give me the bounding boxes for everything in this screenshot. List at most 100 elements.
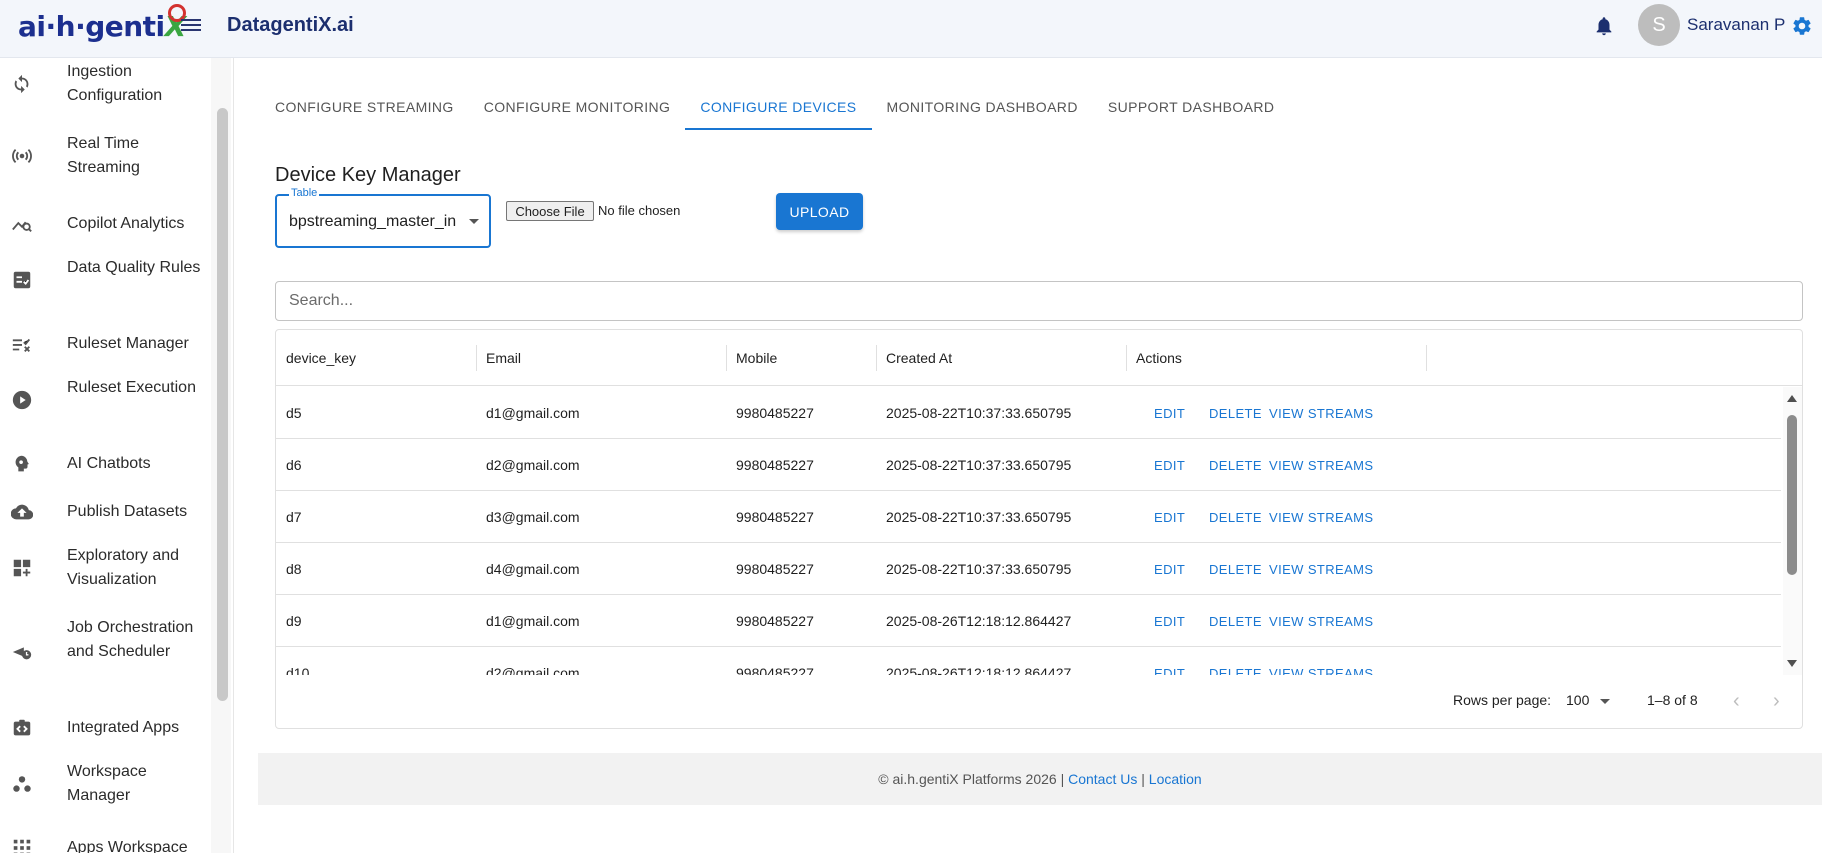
sidebar-item-publish-datasets[interactable]: Publish Datasets xyxy=(0,496,210,528)
sidebar-item-label: Copilot Analytics xyxy=(67,215,185,232)
delete-button[interactable]: DELETE xyxy=(1209,647,1262,676)
cell-created-at: 2025-08-26T12:18:12.864427 xyxy=(886,665,1072,675)
sidebar-item-label: Real Time Streaming xyxy=(67,135,140,176)
cell-device-key: d10 xyxy=(286,665,310,675)
edit-button[interactable]: EDIT xyxy=(1154,491,1185,543)
chatbot-icon xyxy=(15,455,29,472)
delete-button[interactable]: DELETE xyxy=(1209,491,1262,543)
hamburger-menu-icon[interactable] xyxy=(181,16,201,34)
column-header-email[interactable]: Email xyxy=(476,330,521,386)
edit-button[interactable]: EDIT xyxy=(1154,439,1185,491)
upload-button[interactable]: UPLOAD xyxy=(776,193,863,230)
edit-button[interactable]: EDIT xyxy=(1154,595,1185,647)
column-header-mobile[interactable]: Mobile xyxy=(726,330,777,386)
delete-button[interactable]: DELETE xyxy=(1209,439,1262,491)
cell-email: d3@gmail.com xyxy=(486,509,580,525)
view-streams-button[interactable]: VIEW STREAMS xyxy=(1269,387,1373,439)
cell-device-key: d8 xyxy=(286,561,302,577)
sidebar-item-real-time-streaming[interactable]: Real Time Streaming xyxy=(0,132,210,180)
edit-button[interactable]: EDIT xyxy=(1154,543,1185,595)
view-streams-button[interactable]: VIEW STREAMS xyxy=(1269,595,1373,647)
footer-separator: | xyxy=(1137,771,1149,787)
sidebar-item-label: Data Quality Rules xyxy=(67,259,201,276)
edit-button[interactable]: EDIT xyxy=(1154,387,1185,439)
delete-button[interactable]: DELETE xyxy=(1209,543,1262,595)
cell-email: d1@gmail.com xyxy=(486,405,580,421)
copyright-text: © ai.h.gentiX Platforms 2026 | xyxy=(878,771,1065,787)
cloud-upload-icon xyxy=(11,504,33,520)
sidebar-item-label: Ruleset Execution xyxy=(67,379,196,396)
sidebar-item-ingestion-configuration[interactable]: Ingestion Configuration xyxy=(0,60,210,108)
user-name[interactable]: Saravanan P xyxy=(1687,15,1785,35)
sidebar-item-apps-workspace[interactable]: Apps Workspace xyxy=(0,832,210,853)
cell-mobile: 9980485227 xyxy=(736,509,814,525)
sidebar-item-label: Apps Workspace xyxy=(67,839,188,853)
rows-per-page-select[interactable]: 100 xyxy=(1566,692,1589,708)
sidebar-item-job-orchestration[interactable]: Job Orchestration and Scheduler xyxy=(0,616,210,688)
sidebar-item-label: Publish Datasets xyxy=(67,503,188,520)
brand-logo[interactable]: ai·h·genti X xyxy=(18,3,186,44)
column-header-created-at[interactable]: Created At xyxy=(876,330,952,386)
view-streams-button[interactable]: VIEW STREAMS xyxy=(1269,543,1373,595)
scroll-up-arrow-icon[interactable] xyxy=(1787,395,1797,402)
sidebar-item-label: Exploratory and Visualization xyxy=(67,547,180,588)
scheduler-icon xyxy=(12,647,32,660)
user-avatar[interactable]: S xyxy=(1638,4,1680,46)
workspace-icon xyxy=(13,776,31,792)
tab-support-dashboard[interactable]: SUPPORT DASHBOARD xyxy=(1093,84,1290,130)
chevron-right-icon[interactable]: › xyxy=(1773,690,1780,713)
dashboard-icon xyxy=(13,559,31,577)
delete-button[interactable]: DELETE xyxy=(1209,595,1262,647)
sidebar-item-ruleset-execution[interactable]: Ruleset Execution xyxy=(0,376,210,424)
view-streams-button[interactable]: VIEW STREAMS xyxy=(1269,491,1373,543)
page-footer: © ai.h.gentiX Platforms 2026 | Contact U… xyxy=(258,753,1822,805)
column-separator[interactable] xyxy=(1426,345,1427,371)
integrated-apps-icon xyxy=(13,719,31,736)
sidebar-item-label: Ingestion Configuration xyxy=(67,63,163,104)
ruleset-icon xyxy=(12,338,31,352)
sidebar-item-label: Job Orchestration and Scheduler xyxy=(67,619,194,660)
sidebar-item-ai-chatbots[interactable]: AI Chatbots xyxy=(0,448,210,480)
notification-bell-icon[interactable] xyxy=(1593,15,1615,37)
table-row: d6 d2@gmail.com 9980485227 2025-08-22T10… xyxy=(276,439,1781,491)
tab-monitoring-dashboard[interactable]: MONITORING DASHBOARD xyxy=(872,84,1093,130)
edit-button[interactable]: EDIT xyxy=(1154,647,1185,676)
sidebar-item-integrated-apps[interactable]: Integrated Apps xyxy=(0,712,210,744)
sidebar-item-copilot-analytics[interactable]: Copilot Analytics xyxy=(0,208,210,240)
settings-gear-icon[interactable] xyxy=(1791,15,1813,37)
choose-file-button[interactable]: Choose File xyxy=(506,201,594,221)
view-streams-button[interactable]: VIEW STREAMS xyxy=(1269,647,1373,676)
location-link[interactable]: Location xyxy=(1149,771,1202,787)
cell-device-key: d5 xyxy=(286,405,302,421)
view-streams-button[interactable]: VIEW STREAMS xyxy=(1269,439,1373,491)
sidebar-item-workspace-manager[interactable]: Workspace Manager xyxy=(0,760,210,808)
search-input[interactable] xyxy=(275,281,1803,321)
table-pagination: Rows per page: 100 1–8 of 8 ‹ › xyxy=(276,675,1802,727)
cell-created-at: 2025-08-22T10:37:33.650795 xyxy=(886,561,1072,577)
app-header: ai·h·genti X DatagentiX.ai S Saravanan P xyxy=(0,0,1822,58)
sidebar-scrollbar-thumb[interactable] xyxy=(217,108,228,701)
chevron-down-icon[interactable] xyxy=(1600,699,1610,704)
column-header-device-key[interactable]: device_key xyxy=(276,330,356,386)
delete-button[interactable]: DELETE xyxy=(1209,387,1262,439)
sidebar-item-ruleset-manager[interactable]: Ruleset Manager xyxy=(0,328,210,360)
cell-mobile: 9980485227 xyxy=(736,665,814,675)
pagination-range: 1–8 of 8 xyxy=(1647,692,1698,708)
chevron-left-icon[interactable]: ‹ xyxy=(1733,690,1740,713)
cell-device-key: d9 xyxy=(286,613,302,629)
tab-configure-devices[interactable]: CONFIGURE DEVICES xyxy=(685,84,872,130)
column-header-actions: Actions xyxy=(1136,350,1182,366)
ingestion-icon xyxy=(14,74,29,94)
contact-us-link[interactable]: Contact Us xyxy=(1068,771,1137,787)
scroll-down-arrow-icon[interactable] xyxy=(1787,660,1797,667)
tab-configure-monitoring[interactable]: CONFIGURE MONITORING xyxy=(469,84,686,130)
tab-configure-streaming[interactable]: CONFIGURE STREAMING xyxy=(260,84,469,130)
table-select[interactable]: Table bpstreaming_master_in xyxy=(275,187,491,248)
table-body: d5 d1@gmail.com 9980485227 2025-08-22T10… xyxy=(276,387,1781,675)
sidebar-item-exploratory-visualization[interactable]: Exploratory and Visualization xyxy=(0,544,210,592)
cell-mobile: 9980485227 xyxy=(736,405,814,421)
table-scrollbar-thumb[interactable] xyxy=(1787,415,1797,575)
sidebar-item-data-quality-rules[interactable]: Data Quality Rules xyxy=(0,256,210,304)
table-header: device_key Email Mobile Created At Actio… xyxy=(276,330,1802,386)
table-row: d9 d1@gmail.com 9980485227 2025-08-26T12… xyxy=(276,595,1781,647)
